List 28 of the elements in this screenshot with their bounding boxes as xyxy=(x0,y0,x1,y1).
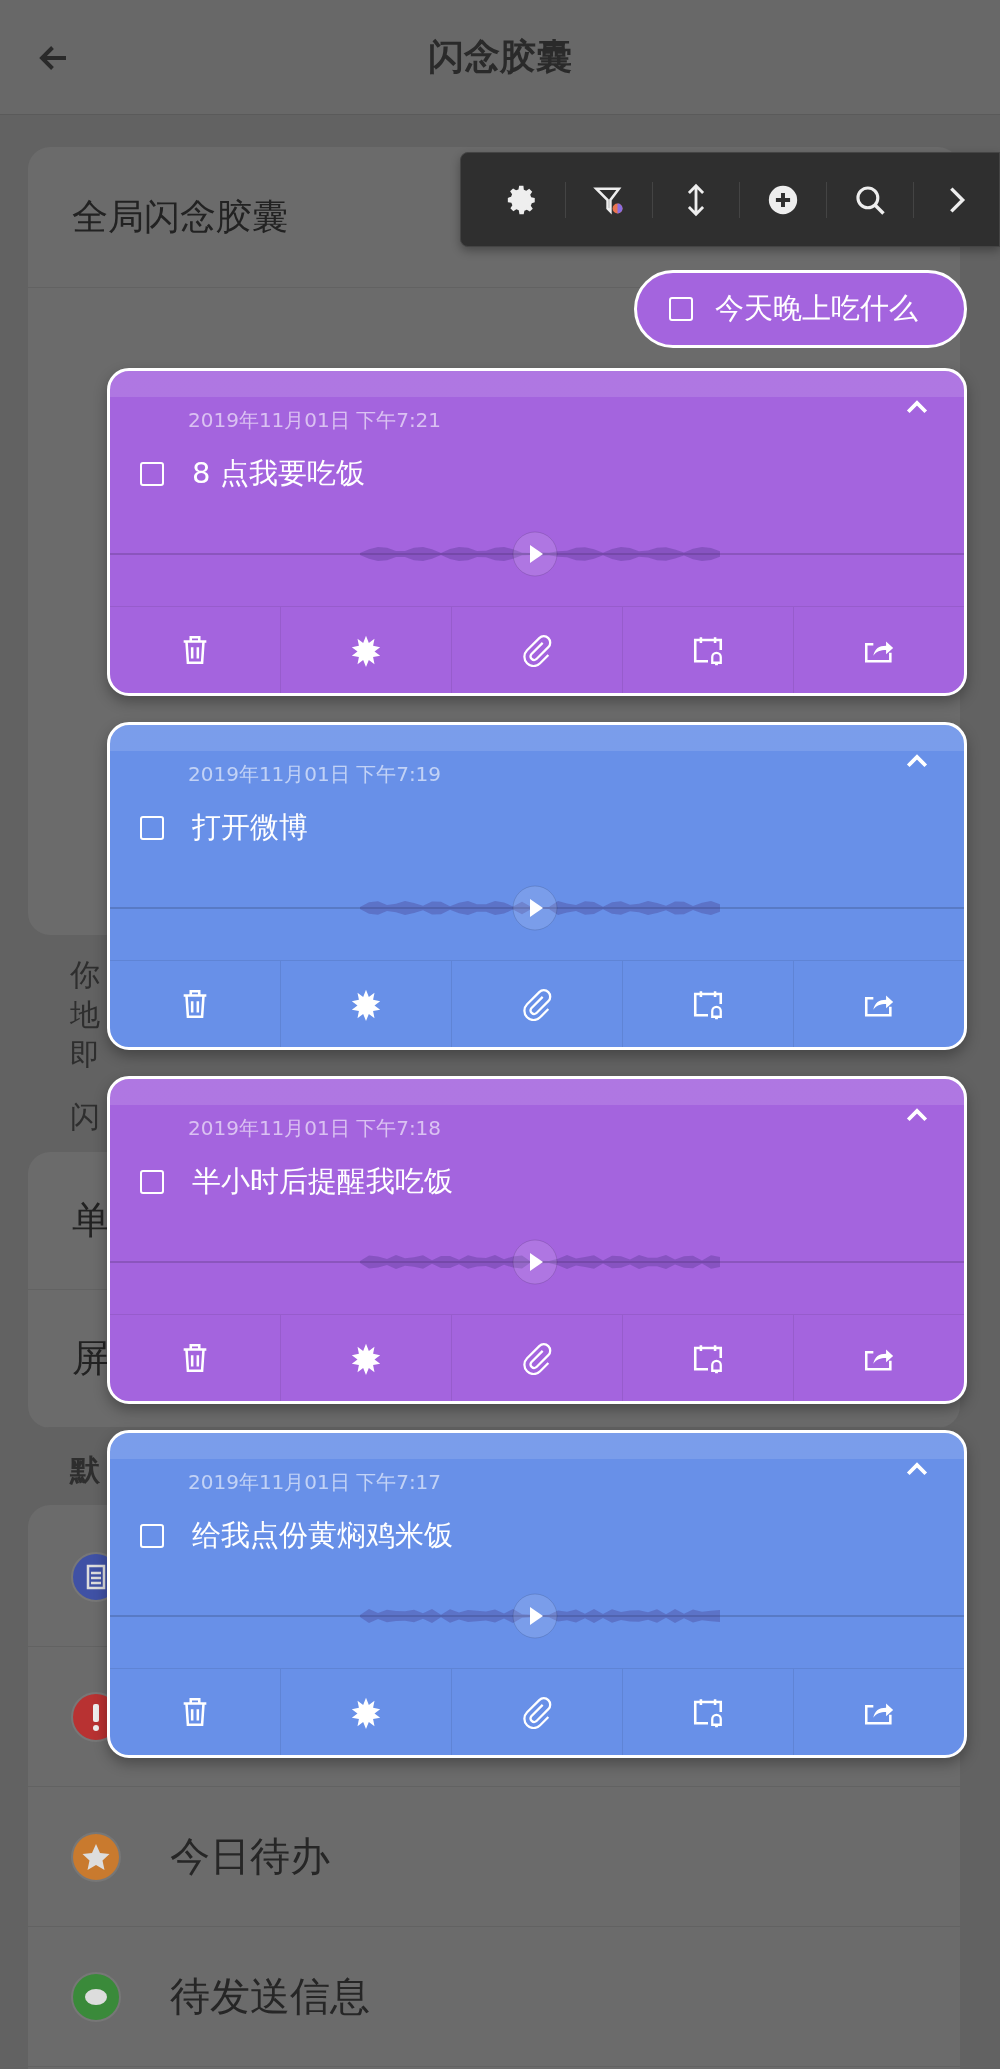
note-date: 2019年11月01日 下午7:18 xyxy=(188,1115,442,1142)
play-button-icon[interactable] xyxy=(511,1238,559,1286)
note-date: 2019年11月01日 下午7:19 xyxy=(188,761,442,788)
paperclip-icon[interactable] xyxy=(520,633,554,667)
page-title: 闪念胶囊 xyxy=(428,34,572,79)
checkbox[interactable] xyxy=(140,462,164,486)
checkbox[interactable] xyxy=(140,816,164,840)
note-date: 2019年11月01日 下午7:17 xyxy=(188,1469,442,1496)
play-button-icon[interactable] xyxy=(511,530,559,578)
paperclip-icon[interactable] xyxy=(520,1695,554,1729)
list-item[interactable]: 今日待办 xyxy=(170,1829,330,1884)
settings-row-label[interactable]: 屏 xyxy=(72,1333,110,1384)
play-button-icon[interactable] xyxy=(511,1592,559,1640)
note-text: 8 点我要吃饭 xyxy=(192,455,365,492)
quick-note-chip[interactable]: 今天晚上吃什么 xyxy=(634,270,967,348)
paperclip-icon[interactable] xyxy=(520,987,554,1021)
note-text: 给我点份黄焖鸡米饭 xyxy=(192,1517,453,1554)
note-text: 半小时后提醒我吃饭 xyxy=(192,1163,453,1200)
note-text: 今天晚上吃什么 xyxy=(715,290,918,327)
paperclip-icon[interactable] xyxy=(520,1341,554,1375)
checkbox[interactable] xyxy=(140,1170,164,1194)
settings-row-label[interactable]: 单 xyxy=(72,1195,110,1246)
note-text: 打开微博 xyxy=(192,809,308,846)
checkbox[interactable] xyxy=(669,297,693,321)
note-date: 2019年11月01日 下午7:21 xyxy=(188,407,442,434)
checkbox[interactable] xyxy=(140,1524,164,1548)
play-button-icon[interactable] xyxy=(511,884,559,932)
list-item[interactable]: 待发送信息 xyxy=(170,1969,370,2024)
